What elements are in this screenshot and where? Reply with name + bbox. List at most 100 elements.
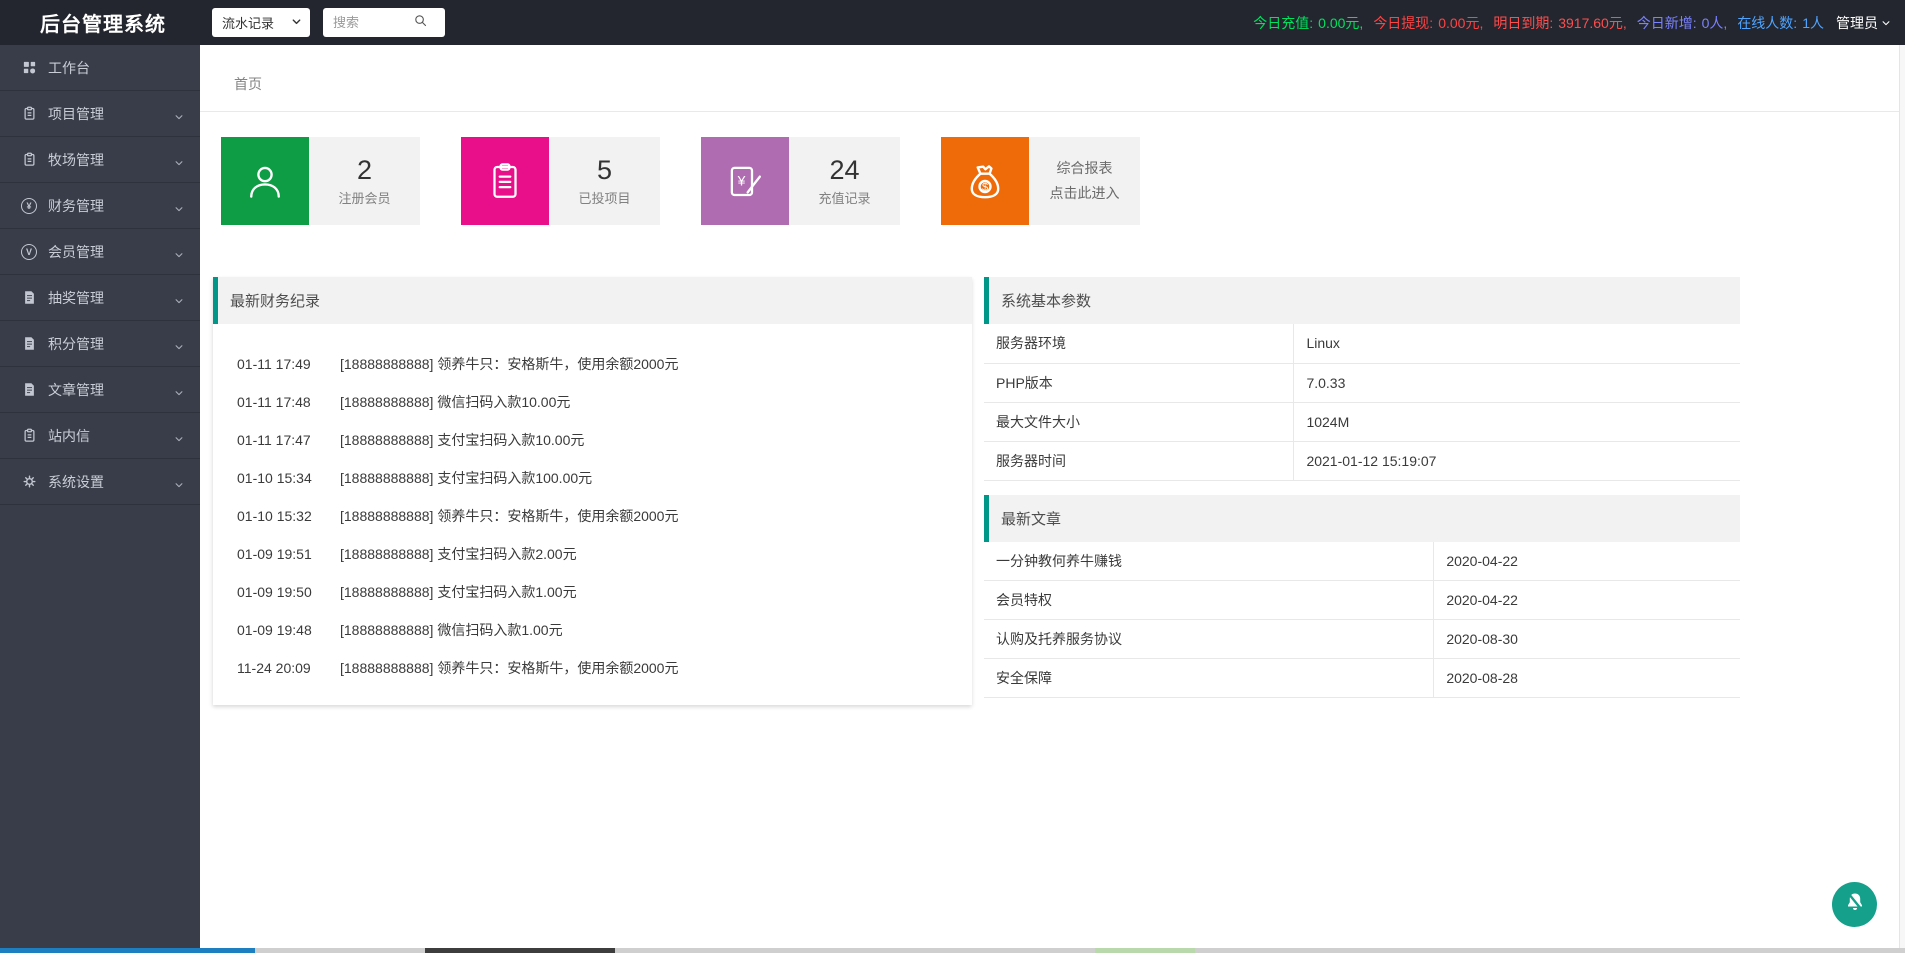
card-value: 24 xyxy=(829,155,860,185)
doc-icon xyxy=(21,290,37,306)
coin-yen-icon xyxy=(21,197,37,214)
svg-text:$: $ xyxy=(982,182,988,194)
taskbar-sliver xyxy=(0,948,1905,953)
chevron-down-icon xyxy=(174,339,184,355)
search-box[interactable] xyxy=(323,8,445,37)
breadcrumb: 首页 xyxy=(200,45,1905,112)
right-column: 系统基本参数 服务器环境 Linux PHP版本 7.0.33 最大文件大小 1024… xyxy=(984,277,1740,698)
stat-due-tomorrow: 明日到期: 3917.60元, xyxy=(1493,14,1627,31)
finance-record: 01-10 15:34 [18888888888] 支付宝扫码入款100.00元 xyxy=(237,470,593,486)
latest-articles-header: 最新文章 xyxy=(984,494,1740,542)
card-report-title: 综合报表 xyxy=(1056,160,1113,176)
sidebar-item-lottery[interactable]: 抽奖管理 xyxy=(0,275,200,321)
chevron-down-icon xyxy=(174,431,184,447)
sidebar-item-finance[interactable]: 财务管理 xyxy=(0,183,200,229)
sidebar-item-workbench[interactable]: 工作台 xyxy=(0,45,200,91)
finance-panel-header: 最新财务纪录 xyxy=(213,277,972,324)
finance-panel-title: 最新财务纪录 xyxy=(230,293,321,310)
clipboard-icon xyxy=(21,106,37,122)
article-row[interactable]: 认购及托养服务协议 2020-08-30 xyxy=(984,619,1740,659)
system-params-panel: 系统基本参数 服务器环境 Linux PHP版本 7.0.33 最大文件大小 1024… xyxy=(984,277,1740,481)
breadcrumb-home[interactable]: 首页 xyxy=(234,74,262,94)
finance-record: 11-24 20:09 [18888888888] 领养牛只：安格斯牛，使用余额2… xyxy=(237,660,679,676)
card-invested-projects[interactable]: 5 已投项目 xyxy=(461,137,660,225)
finance-record: 01-11 17:48 [18888888888] 微信扫码入款10.00元 xyxy=(237,394,571,410)
dashboard-icon xyxy=(21,60,37,76)
sidebar-nav: 工作台 项目管理 牧场管理 财务管理 会员管理 xyxy=(0,45,200,948)
finance-record: 01-09 19:51 [18888888888] 支付宝扫码入款2.00元 xyxy=(237,546,577,562)
admin-menu[interactable]: 管理员 xyxy=(1836,13,1891,33)
finance-record: 01-11 17:49 [18888888888] 领养牛只：安格斯牛，使用余额2… xyxy=(237,356,679,372)
card-label: 已投项目 xyxy=(578,191,631,206)
chevron-down-icon xyxy=(174,201,184,217)
table-row: 服务器环境 Linux xyxy=(984,324,1740,364)
chevron-down-icon xyxy=(1878,15,1891,31)
stat-today-recharge: 今日充值: 0.00元, xyxy=(1253,14,1364,31)
mobile-pay-icon: ¥ xyxy=(701,137,789,225)
card-report-link[interactable]: $ 综合报表 点击此进入 xyxy=(941,137,1140,225)
scrollbar[interactable] xyxy=(1899,45,1905,948)
doc-icon xyxy=(21,382,37,398)
card-registered-members[interactable]: 2 注册会员 xyxy=(221,137,420,225)
finance-record: 01-10 15:32 [18888888888] 领养牛只：安格斯牛，使用余额2… xyxy=(237,508,679,524)
app-title: 后台管理系统 xyxy=(40,14,166,36)
svg-text:¥: ¥ xyxy=(737,172,746,188)
admin-dashboard-page: 后台管理系统 流水记录 今日充值:0.00元, 今日提现:0.00元, 明日到期… xyxy=(0,0,1905,953)
sidebar-item-projects[interactable]: 项目管理 xyxy=(0,91,200,137)
chevron-down-icon xyxy=(174,385,184,401)
stat-cards: 2 注册会员 5 已投项目 ¥ 24 充值记录 $ 综合报表 点击此进入 xyxy=(221,137,1905,225)
sidebar-item-messages[interactable]: 站内信 xyxy=(0,413,200,459)
card-value: 5 xyxy=(596,155,613,185)
chevron-down-icon xyxy=(291,14,302,32)
finance-record: 01-09 19:50 [18888888888] 支付宝扫码入款1.00元 xyxy=(237,584,577,600)
topbar-stats: 今日充值: 0.00元, 今日提现: 0.00元, 明日到期: 3917.60元, 今… xyxy=(1253,13,1905,33)
stat-today-withdraw: 今日提现: 0.00元, xyxy=(1373,14,1484,31)
clipboard-icon xyxy=(21,428,37,444)
table-row: 最大文件大小 1024M xyxy=(984,402,1740,442)
system-params-table: 服务器环境 Linux PHP版本 7.0.33 最大文件大小 1024M 服务器时间… xyxy=(984,324,1740,481)
taskbar-segment xyxy=(1095,948,1195,953)
card-recharge-records[interactable]: ¥ 24 充值记录 xyxy=(701,137,900,225)
taskbar-segment xyxy=(0,948,255,953)
chevron-down-icon xyxy=(174,155,184,171)
sidebar-item-articles[interactable]: 文章管理 xyxy=(0,367,200,413)
finance-panel: 最新财务纪录 01-11 17:49 [18888888888] 领养牛只：安格斯… xyxy=(213,277,972,705)
sidebar-item-members[interactable]: 会员管理 xyxy=(0,229,200,275)
article-row[interactable]: 安全保障 2020-08-28 xyxy=(984,658,1740,698)
coin-v-icon xyxy=(21,243,37,260)
article-row[interactable]: 一分钟教何养牛赚钱 2020-04-22 xyxy=(984,541,1740,581)
clipboard-icon xyxy=(461,137,549,225)
sidebar-item-settings[interactable]: 系统设置 xyxy=(0,459,200,505)
topbar: 后台管理系统 流水记录 今日充值:0.00元, 今日提现:0.00元, 明日到期… xyxy=(0,0,1905,45)
record-type-select-value: 流水记录 xyxy=(222,16,275,31)
dashboard-panels: 最新财务纪录 01-11 17:49 [18888888888] 领养牛只：安格斯… xyxy=(200,277,1905,705)
stat-new-today: 今日新增: 0人, xyxy=(1636,14,1728,31)
finance-records-list: 01-11 17:49 [18888888888] 领养牛只：安格斯牛，使用余额2… xyxy=(213,324,972,705)
latest-articles-table: 一分钟教何养牛赚钱 2020-04-22 会员特权 2020-04-22 认购及托养… xyxy=(984,541,1740,698)
search-input[interactable] xyxy=(333,15,413,30)
latest-articles-panel: 最新文章 一分钟教何养牛赚钱 2020-04-22 会员特权 2020-04-22 … xyxy=(984,494,1740,698)
finance-record: 01-09 19:48 [18888888888] 微信扫码入款1.00元 xyxy=(237,622,563,638)
sidebar-item-ranch[interactable]: 牧场管理 xyxy=(0,137,200,183)
search-icon[interactable] xyxy=(413,13,428,33)
system-params-title: 系统基本参数 xyxy=(1001,293,1092,310)
card-value: 2 xyxy=(356,155,373,185)
table-row: PHP版本 7.0.33 xyxy=(984,363,1740,403)
doc-icon xyxy=(21,336,37,352)
chevron-down-icon xyxy=(174,109,184,125)
stat-online-users: 在线人数: 1人 xyxy=(1737,14,1824,31)
money-bag-icon: $ xyxy=(941,137,1029,225)
chevron-down-icon xyxy=(174,293,184,309)
sidebar-item-points[interactable]: 积分管理 xyxy=(0,321,200,367)
finance-record: 01-11 17:47 [18888888888] 支付宝扫码入款10.00元 xyxy=(237,432,585,448)
gear-icon xyxy=(21,474,37,490)
user-icon xyxy=(221,137,309,225)
notification-fab[interactable] xyxy=(1832,882,1877,927)
latest-articles-title: 最新文章 xyxy=(1001,510,1062,528)
card-report-subtitle: 点击此进入 xyxy=(1049,185,1120,201)
record-type-select[interactable]: 流水记录 xyxy=(212,8,310,37)
main-content: 首页 2 注册会员 5 已投项目 ¥ 24 充值记录 $ 综合报表 点击此进入 … xyxy=(200,45,1905,948)
table-row: 服务器时间 2021-01-12 15:19:07 xyxy=(984,441,1740,481)
article-row[interactable]: 会员特权 2020-04-22 xyxy=(984,580,1740,620)
card-label: 注册会员 xyxy=(338,191,391,206)
